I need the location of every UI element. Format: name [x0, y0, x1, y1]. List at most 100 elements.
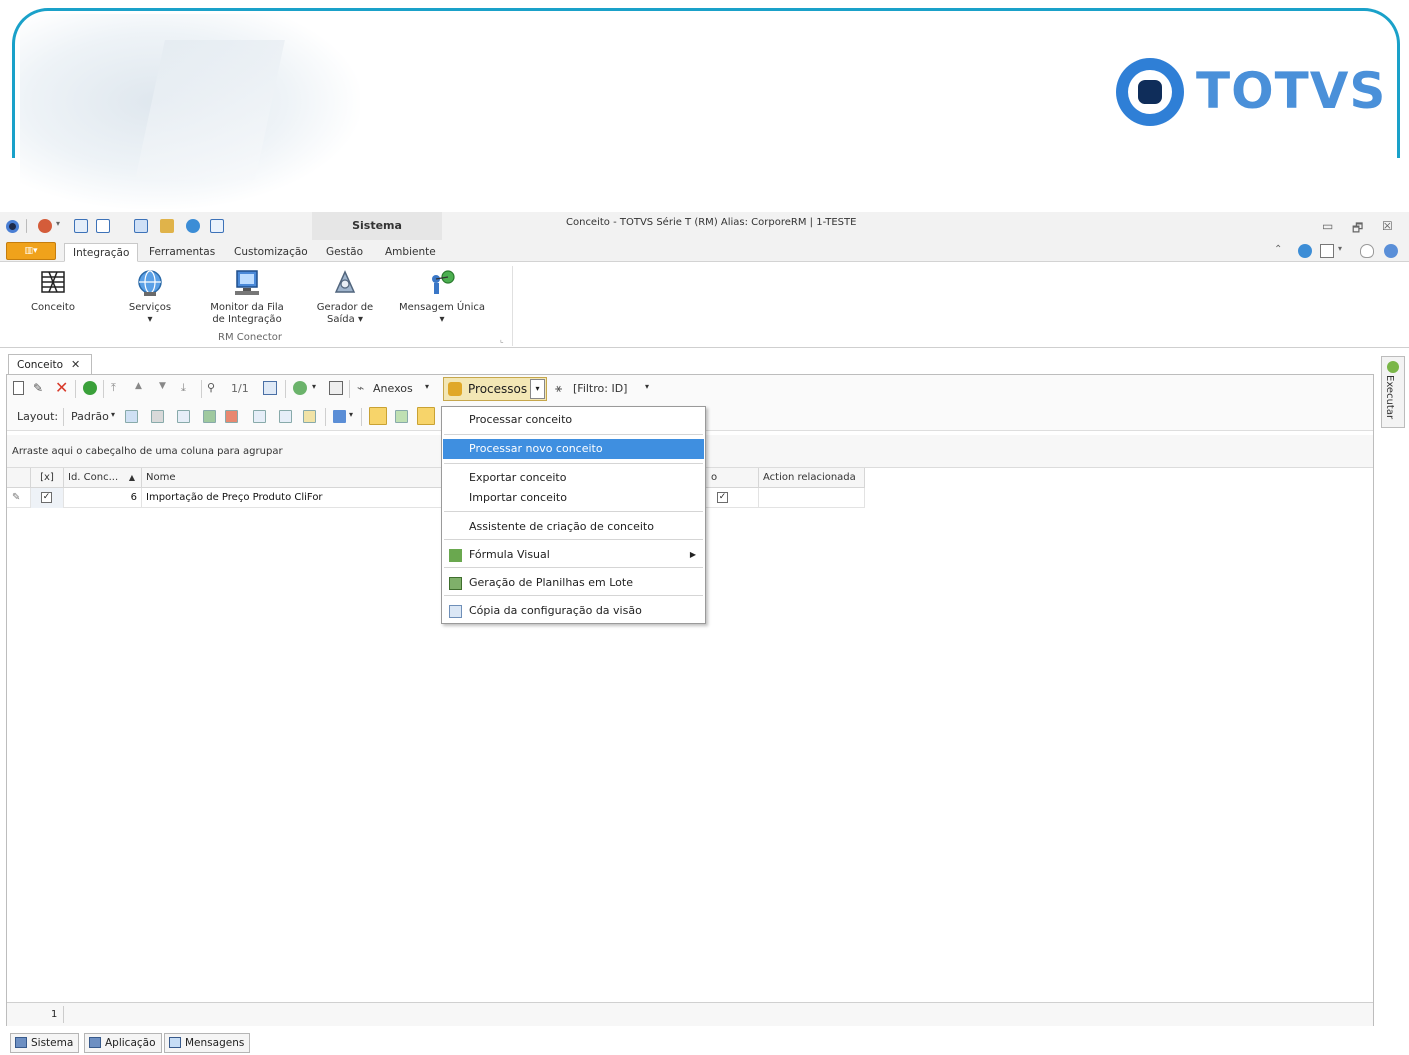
menu-separator [444, 434, 703, 435]
processos-dropdown-icon[interactable]: ▾ [530, 379, 545, 399]
filter-icon[interactable]: ⚹ [555, 381, 569, 395]
ribbon-window-icon[interactable] [1320, 244, 1334, 258]
menu-item-importar-conceito[interactable]: Importar conceito [443, 488, 704, 508]
monitor-fila-ribbon-button[interactable]: Monitor da Fila de Integração [206, 262, 288, 342]
gerador-saida-ribbon-label: Gerador de Saída ▾ [316, 302, 374, 325]
servicos-ribbon-button[interactable]: Serviços ▾ [120, 262, 180, 342]
tab-customizacao[interactable]: Customização [226, 243, 316, 262]
new-record-icon[interactable] [13, 381, 24, 395]
menu-item-copia-configuracao[interactable]: Cópia da configuração da visão [443, 601, 704, 621]
menu-item-processar-novo-conceito[interactable]: Processar novo conceito [443, 439, 704, 459]
anexos-dropdown-icon[interactable]: ▾ [425, 382, 429, 391]
restore-button[interactable]: 🗗 [1352, 219, 1363, 240]
tab-gestao[interactable]: Gestão [318, 243, 371, 262]
layout-dropdown-icon[interactable]: ▾ [111, 410, 115, 419]
lightbulb-icon[interactable] [1360, 244, 1374, 258]
quick-access-tile-icon[interactable] [134, 219, 148, 233]
find-icon[interactable]: ⚲ [207, 381, 221, 395]
processos-button[interactable]: Processos ▾ [443, 377, 547, 401]
refresh-icon[interactable] [83, 381, 97, 395]
column-header-nome[interactable]: Nome [142, 468, 442, 488]
quick-access-world-icon[interactable] [186, 219, 200, 233]
view-form-icon[interactable] [417, 407, 435, 425]
ribbon-group-separator [512, 266, 513, 346]
row-select-checkbox[interactable]: ✓ [41, 492, 52, 503]
menu-item-assistente-criacao[interactable]: Assistente de criação de conceito [443, 517, 704, 537]
print-icon[interactable] [329, 381, 343, 395]
next-record-icon[interactable]: ▼ [159, 381, 173, 395]
bottom-tab-sistema[interactable]: Sistema [10, 1033, 80, 1053]
bottom-tab-aplicacao[interactable]: Aplicação [84, 1033, 162, 1053]
execute-dropdown-icon[interactable]: ▾ [312, 382, 316, 391]
quick-access-copy-icon[interactable] [210, 219, 224, 233]
ribbon-world-icon[interactable] [1298, 244, 1312, 258]
layout-filter-row-icon[interactable] [253, 410, 266, 423]
executar-icon [1387, 361, 1399, 373]
mensagem-unica-ribbon-button[interactable]: Mensagem Única ▾ [398, 262, 486, 342]
delete-record-icon[interactable]: ✕ [55, 378, 69, 397]
group-launcher-icon[interactable]: ⌞ [500, 335, 504, 344]
cell-action [759, 488, 865, 508]
minimize-button[interactable]: ▭ [1322, 219, 1333, 233]
collapse-ribbon-icon[interactable]: ⌃ [1274, 244, 1288, 258]
cell-ativo: ✓ [707, 488, 759, 508]
executar-side-panel[interactable]: Executar [1381, 356, 1405, 428]
layout-save-icon[interactable] [125, 410, 138, 423]
grid-view-icon[interactable] [263, 381, 277, 395]
tab-ferramentas[interactable]: Ferramentas [141, 243, 223, 262]
layout-import-icon[interactable] [203, 410, 216, 423]
execute-icon[interactable] [293, 381, 307, 395]
gerador-saida-ribbon-button[interactable]: Gerador de Saída ▾ [312, 262, 378, 342]
layout-export-icon[interactable] [225, 410, 238, 423]
menu-item-processar-conceito[interactable]: Processar conceito [443, 410, 704, 430]
ativo-checkbox[interactable]: ✓ [717, 492, 728, 503]
close-tab-icon[interactable]: ✕ [71, 355, 80, 375]
tab-conceito[interactable]: Conceito ✕ [8, 354, 92, 376]
filter-button[interactable]: [Filtro: ID] [573, 382, 627, 395]
table-row[interactable]: ✎ ✓ 6 Importação de Preço Produto CliFor… [7, 488, 865, 508]
tab-integracao[interactable]: Integração [64, 243, 139, 262]
quick-access-new-window-icon[interactable] [96, 219, 110, 233]
last-record-icon[interactable]: ⤓ [181, 381, 195, 395]
column-header-select[interactable]: [x] [31, 468, 64, 488]
layout-edit-icon[interactable] [303, 410, 316, 423]
column-header-id[interactable]: Id. Conc... ▲ [64, 468, 142, 488]
layout-columns-icon[interactable] [177, 410, 190, 423]
close-window-button[interactable]: ☒ [1382, 219, 1393, 233]
menu-item-exportar-conceito[interactable]: Exportar conceito [443, 468, 704, 488]
view-list-icon[interactable] [369, 407, 387, 425]
conceito-ribbon-label: Conceito [31, 302, 75, 313]
column-header-ativo[interactable]: o [707, 468, 759, 488]
menu-item-geracao-planilhas[interactable]: Geração de Planilhas em Lote [443, 573, 704, 593]
application-orb-icon[interactable] [6, 220, 19, 233]
quick-access-tools-icon[interactable] [160, 219, 174, 233]
conceito-ribbon-button[interactable]: Conceito [24, 262, 82, 342]
attachment-icon[interactable]: ⌁ [357, 381, 371, 395]
ribbon-window-dropdown-icon[interactable]: ▾ [1338, 244, 1352, 258]
file-menu-button[interactable]: ▥▾ [6, 242, 56, 260]
bottom-tab-sistema-label: Sistema [31, 1037, 74, 1049]
tab-ambiente[interactable]: Ambiente [377, 243, 444, 262]
menu-item-formula-visual[interactable]: Fórmula Visual ▶ [443, 545, 704, 565]
chart-icon[interactable] [333, 410, 346, 423]
context-tab-sistema[interactable]: Sistema [312, 212, 442, 240]
chart-dropdown-icon[interactable]: ▾ [349, 410, 353, 419]
toolbar-separator [75, 380, 76, 398]
row-select-cell[interactable]: ✓ [31, 488, 64, 508]
anexos-button[interactable]: Anexos [373, 382, 413, 395]
previous-record-icon[interactable]: ▲ [135, 381, 149, 395]
layout-select[interactable]: Padrão [71, 410, 109, 423]
edit-record-icon[interactable]: ✎ [33, 381, 47, 395]
layout-sum-icon[interactable] [279, 410, 292, 423]
column-header-action[interactable]: Action relacionada [759, 468, 865, 488]
help-icon[interactable] [1384, 244, 1398, 258]
record-position: 1/1 [231, 382, 249, 395]
view-detail-icon[interactable] [395, 410, 408, 423]
quick-access-globe-icon[interactable] [38, 219, 52, 233]
filter-dropdown-icon[interactable]: ▾ [645, 382, 649, 391]
bottom-tab-mensagens[interactable]: Mensagens [164, 1033, 251, 1053]
layout-delete-icon[interactable] [151, 410, 164, 423]
quick-access-window-icon[interactable] [74, 219, 88, 233]
quick-access-dropdown-icon[interactable]: ▾ [56, 219, 62, 233]
first-record-icon[interactable]: ⤒ [111, 381, 125, 395]
